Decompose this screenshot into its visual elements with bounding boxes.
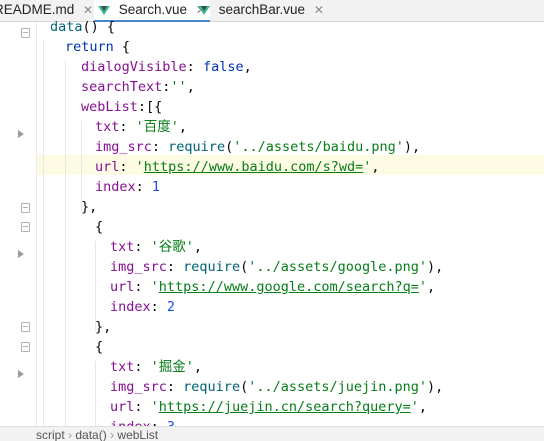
editor-gutter [0,22,36,426]
tab-label-readme: README.md [0,2,75,17]
code-line: txt: '掘金', [110,359,203,375]
code-line: txt: '百度', [95,119,188,135]
fold-open-icon[interactable] [21,342,30,352]
code-line: }, [95,319,112,335]
code-line: return { [65,39,131,55]
indent-guide [43,41,44,427]
close-icon[interactable]: ✕ [83,3,93,17]
code-line: webList:[{ [81,99,163,115]
code-line: }, [81,199,98,215]
code-line: url: 'https://juejin.cn/search?query=', [110,399,428,415]
url-link[interactable]: https://www.baidu.com/s?wd= [144,159,363,175]
fold-open-icon[interactable] [21,222,30,232]
code-line: img_src: require('../assets/juejin.png')… [110,379,444,395]
fold-open-icon[interactable] [21,28,30,38]
code-line: txt: '谷歌', [110,239,203,255]
tab-label-search-vue: Search.vue [118,2,188,17]
code-line: { [95,339,104,355]
code-line: searchText:'', [81,79,195,95]
code-line: url: 'https://www.google.com/search?q=', [110,279,436,295]
code-line: dialogVisible: false, [81,59,252,75]
code-line: img_src: require('../assets/google.png')… [110,259,444,275]
breadcrumb-item[interactable]: script [36,428,65,441]
url-link[interactable]: https://www.google.com/search?q= [159,279,419,295]
indent-guide [65,61,66,427]
code-line: index: 1 [95,179,161,195]
code-line: img_src: require('../assets/baidu.png'), [95,139,421,155]
code-editor[interactable]: data() { return { dialogVisible: false, … [37,17,544,435]
tab-label-searchbar-vue: searchBar.vue [218,2,306,17]
close-icon[interactable]: ✕ [314,3,324,17]
vue-icon [198,6,210,15]
vue-icon [98,6,110,15]
fold-collapsed-icon[interactable] [18,130,24,138]
code-line: { [95,219,104,235]
breadcrumb-item[interactable]: data() [75,428,106,441]
fold-open-icon[interactable] [21,203,30,213]
fold-collapsed-icon[interactable] [18,370,24,378]
fold-open-icon[interactable] [21,322,30,332]
fold-collapsed-icon[interactable] [18,250,24,258]
code-line: url: 'https://www.baidu.com/s?wd=', [95,159,380,175]
breadcrumb: script › data() › webList [0,426,544,441]
breadcrumb-item[interactable]: webList [117,428,158,441]
indent-guide [95,361,96,427]
code-line: index: 2 [110,299,176,315]
code-line: data() { [50,19,116,35]
url-link[interactable]: https://juejin.cn/search?query= [159,399,411,415]
